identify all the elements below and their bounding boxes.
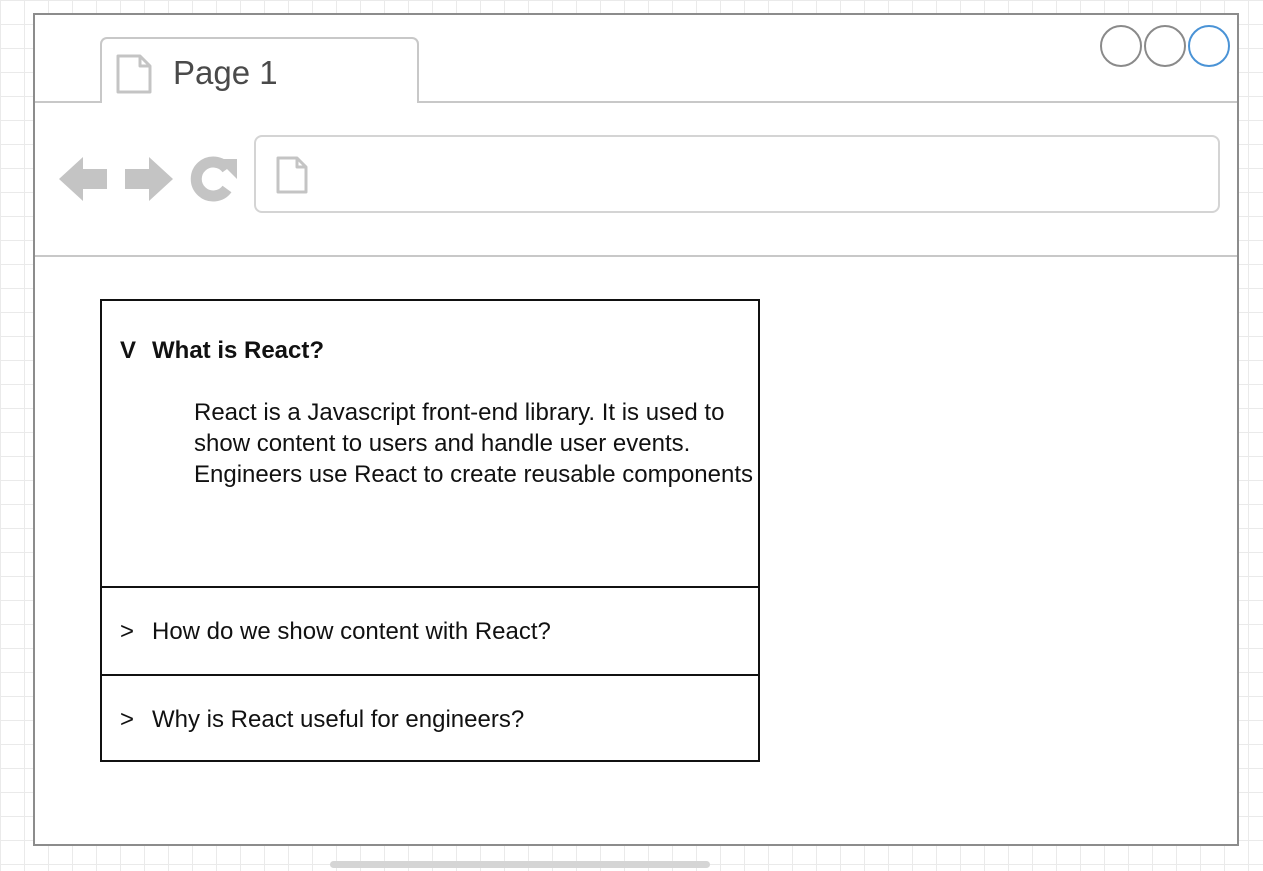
navigation-bar xyxy=(35,103,1237,255)
circle-icon[interactable] xyxy=(1144,25,1186,67)
address-bar[interactable] xyxy=(254,135,1220,213)
window-controls xyxy=(1100,25,1230,67)
accordion-item-why-useful: > Why is React useful for engineers? xyxy=(102,674,758,760)
accordion-header[interactable]: > Why is React useful for engineers? xyxy=(120,706,524,734)
tab-label: Page 1 xyxy=(173,54,278,91)
address-input[interactable] xyxy=(314,137,1208,211)
circle-icon[interactable] xyxy=(1100,25,1142,67)
accordion-header[interactable]: V What is React? xyxy=(120,337,324,365)
tab-page-1[interactable]: Page 1 xyxy=(100,37,419,103)
browser-window: Page 1 V What is React? React is a Javas… xyxy=(33,13,1239,846)
accordion-item-show-content: > How do we show content with React? xyxy=(102,586,758,674)
body-paragraph: Engineers use React to create reusable c… xyxy=(194,461,753,488)
faq-accordion: V What is React? React is a Javascript f… xyxy=(100,299,760,762)
arrow-right-icon[interactable] xyxy=(123,153,175,205)
content-divider xyxy=(35,255,1237,257)
chevron-down-icon: V xyxy=(120,337,137,364)
arrow-left-icon[interactable] xyxy=(57,153,109,205)
chevron-right-icon: > xyxy=(120,618,135,645)
page-icon xyxy=(276,156,308,194)
accordion-item-what-is-react: V What is React? React is a Javascript f… xyxy=(102,301,758,586)
accordion-title: What is React? xyxy=(152,337,325,364)
refresh-icon[interactable] xyxy=(189,155,239,203)
accordion-header[interactable]: > How do we show content with React? xyxy=(120,618,551,646)
accordion-body: React is a Javascript front-end library.… xyxy=(194,397,754,490)
horizontal-scrollbar[interactable] xyxy=(330,861,710,868)
body-paragraph: React is a Javascript front-end library.… xyxy=(194,399,725,457)
accordion-title: Why is React useful for engineers? xyxy=(152,706,525,733)
circle-icon[interactable] xyxy=(1188,25,1230,67)
page-icon xyxy=(116,54,152,94)
chevron-right-icon: > xyxy=(120,706,135,733)
accordion-title: How do we show content with React? xyxy=(152,618,551,645)
